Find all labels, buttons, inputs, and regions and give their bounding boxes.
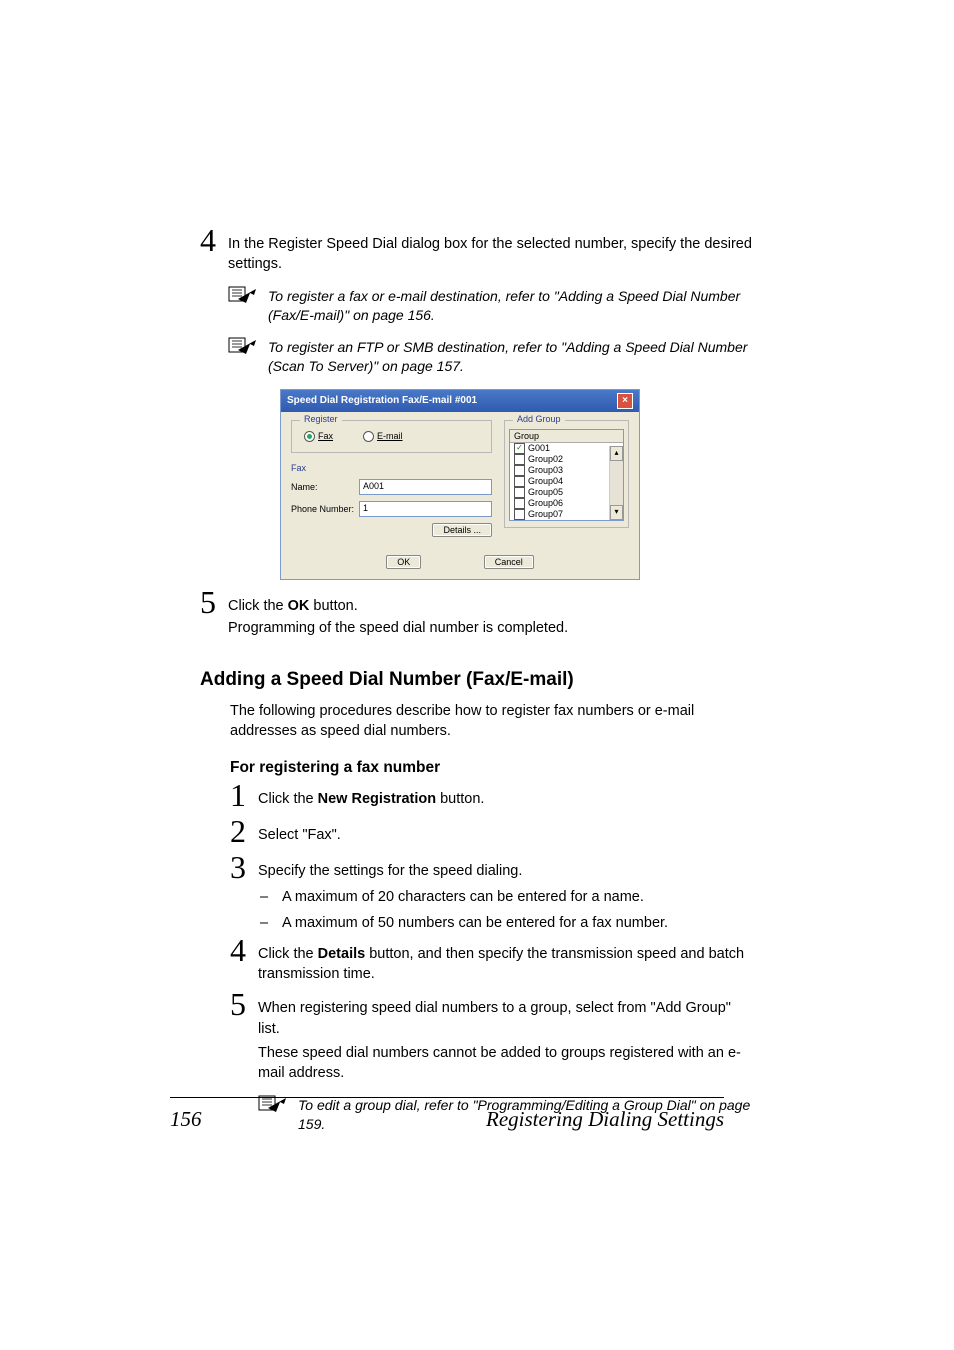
note-ftp-smb: To register an FTP or SMB destination, r…	[228, 338, 754, 377]
step1-bold: New Registration	[318, 791, 436, 807]
group-item[interactable]: Group04	[510, 476, 623, 487]
add-group-label: Add Group	[513, 414, 565, 424]
group-item[interactable]: Group06	[510, 498, 623, 509]
group-item[interactable]: Group05	[510, 487, 623, 498]
group-item-label: G001	[528, 443, 550, 453]
checkbox-icon[interactable]	[514, 454, 525, 465]
reg-step-5: 5 When registering speed dial numbers to…	[230, 994, 754, 1083]
group-item[interactable]: ✓G001	[510, 443, 623, 454]
group-item[interactable]: Group03	[510, 465, 623, 476]
group-item-label: Group08	[528, 520, 563, 521]
step5b-line1: When registering speed dial numbers to a…	[258, 998, 754, 1039]
reg-step-2: 2 Select "Fax".	[230, 821, 754, 847]
checkbox-icon[interactable]: ✓	[514, 443, 525, 454]
dialog-titlebar: Speed Dial Registration Fax/E-mail #001 …	[281, 390, 639, 412]
step1-suffix: button.	[436, 791, 484, 807]
step-4: 4 In the Register Speed Dial dialog box …	[200, 230, 754, 275]
step-number: 5	[200, 586, 228, 618]
group-item-label: Group04	[528, 476, 563, 486]
checkbox-icon[interactable]	[514, 520, 525, 521]
close-icon[interactable]: ×	[617, 393, 633, 409]
step-number: 3	[230, 851, 258, 883]
step1-prefix: Click the	[258, 791, 318, 807]
step5-prefix: Click the	[228, 598, 288, 614]
group-item[interactable]: Group08	[510, 520, 623, 521]
register-label: Register	[300, 414, 342, 424]
step3-text: Specify the settings for the speed diali…	[258, 857, 754, 881]
step-number: 4	[200, 224, 228, 256]
step5-suffix: button.	[309, 598, 357, 614]
note-text: To register an FTP or SMB destination, r…	[268, 338, 754, 377]
group-item-label: Group03	[528, 465, 563, 475]
step5b-line2: These speed dial numbers cannot be added…	[258, 1043, 754, 1084]
name-input[interactable]: A001	[359, 479, 492, 495]
step-5: 5 Click the OK button. Programming of th…	[200, 592, 754, 643]
step-text: In the Register Speed Dial dialog box fo…	[228, 230, 754, 275]
section-intro: The following procedures describe how to…	[230, 701, 754, 742]
footer-title: Registering Dialing Settings	[486, 1107, 724, 1132]
section-heading: Adding a Speed Dial Number (Fax/E-mail)	[200, 669, 754, 691]
note-fax-email: To register a fax or e-mail destination,…	[228, 287, 754, 326]
step-number: 4	[230, 934, 258, 966]
radio-fax[interactable]: Fax	[304, 431, 333, 442]
step5-line2: Programming of the speed dial number is …	[228, 618, 754, 638]
name-label: Name:	[291, 482, 359, 492]
speed-dial-dialog: Speed Dial Registration Fax/E-mail #001 …	[280, 389, 640, 580]
step-number: 5	[230, 988, 258, 1020]
fax-fields: Fax Name: A001 Phone Number: 1 Details .…	[291, 463, 492, 537]
step5-bold: OK	[288, 598, 310, 614]
bullet-1: A maximum of 20 characters can be entere…	[282, 887, 644, 907]
dialog-title-text: Speed Dial Registration Fax/E-mail #001	[287, 395, 477, 406]
step4b-bold: Details	[318, 946, 366, 962]
details-button[interactable]: Details ...	[432, 523, 492, 537]
checkbox-icon[interactable]	[514, 498, 525, 509]
footer-page-number: 156	[170, 1107, 202, 1132]
phone-input[interactable]: 1	[359, 501, 492, 517]
add-group-box: Add Group Group ✓G001Group02Group03Group…	[504, 420, 629, 528]
radio-fax-label: Fax	[318, 431, 333, 441]
step3-bullets: –A maximum of 20 characters can be enter…	[260, 887, 754, 934]
checkbox-icon[interactable]	[514, 487, 525, 498]
step2-text: Select "Fax".	[258, 821, 754, 845]
scrollbar[interactable]: ▴ ▾	[609, 446, 623, 520]
footer-rule	[170, 1097, 724, 1098]
register-groupbox: Register Fax E-mail	[291, 420, 492, 453]
step4b-prefix: Click the	[258, 946, 318, 962]
group-item-label: Group05	[528, 487, 563, 497]
radio-email-label: E-mail	[377, 431, 403, 441]
step-number: 1	[230, 779, 258, 811]
note-text: To register a fax or e-mail destination,…	[268, 287, 754, 326]
note-icon	[228, 285, 258, 305]
note-icon	[228, 336, 258, 356]
group-list[interactable]: Group ✓G001Group02Group03Group04Group05G…	[509, 429, 624, 521]
checkbox-icon[interactable]	[514, 465, 525, 476]
checkbox-icon[interactable]	[514, 509, 525, 520]
ok-button[interactable]: OK	[386, 555, 421, 569]
phone-label: Phone Number:	[291, 504, 359, 514]
radio-email[interactable]: E-mail	[363, 431, 403, 442]
subsection-heading: For registering a fax number	[230, 759, 754, 777]
step-number: 2	[230, 815, 258, 847]
bullet-2: A maximum of 50 numbers can be entered f…	[282, 913, 668, 933]
group-item-label: Group07	[528, 509, 563, 519]
group-item[interactable]: Group02	[510, 454, 623, 465]
fax-section-label: Fax	[291, 463, 492, 473]
group-item[interactable]: Group07	[510, 509, 623, 520]
scroll-down-icon[interactable]: ▾	[610, 505, 623, 520]
reg-step-1: 1 Click the New Registration button.	[230, 785, 754, 811]
cancel-button[interactable]: Cancel	[484, 555, 534, 569]
group-item-label: Group06	[528, 498, 563, 508]
scroll-up-icon[interactable]: ▴	[610, 446, 623, 461]
group-header: Group	[510, 430, 623, 443]
reg-step-4: 4 Click the Details button, and then spe…	[230, 940, 754, 985]
checkbox-icon[interactable]	[514, 476, 525, 487]
reg-step-3: 3 Specify the settings for the speed dia…	[230, 857, 754, 883]
group-item-label: Group02	[528, 454, 563, 464]
